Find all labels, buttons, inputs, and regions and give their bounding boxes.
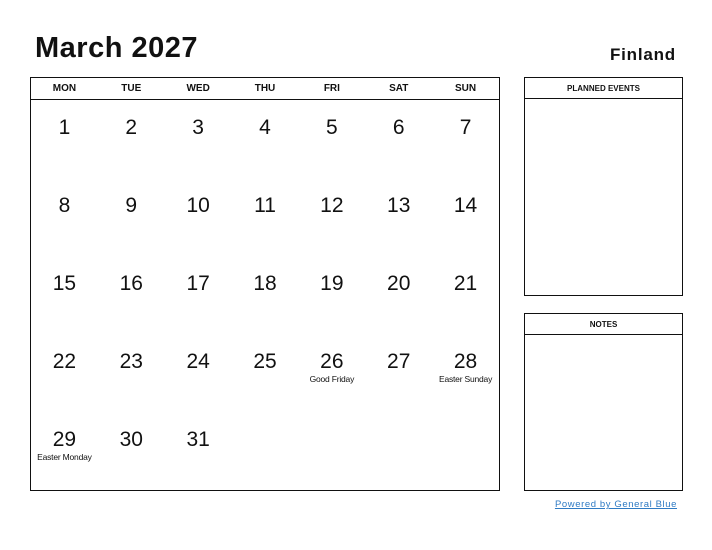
- day-cell: 8: [31, 178, 98, 256]
- day-grid: 1 2 3 4 5 6 7 8 9 10 11 12 13 14 15 16 17 18 19 20 21 22 23 24 2…: [31, 100, 499, 490]
- day-number: 29: [52, 428, 77, 451]
- weekday-wed: WED: [186, 83, 210, 94]
- day-cell: 22: [31, 334, 98, 412]
- day-number: 17: [186, 272, 210, 295]
- day-number: [232, 412, 299, 428]
- day-number: [365, 412, 432, 428]
- day-cell: 23: [98, 334, 165, 412]
- day-cell: 10: [165, 178, 232, 256]
- day-number: 18: [253, 272, 277, 295]
- day-cell: 7: [432, 100, 499, 178]
- day-cell: 18: [232, 256, 299, 334]
- day-cell: 28 Easter Sunday: [432, 334, 499, 412]
- calendar-grid: MON TUE WED THU FRI SAT SUN 1 2 3 4 5 6 7 8 9 10 1…: [30, 77, 500, 491]
- weekday-fri: FRI: [323, 83, 340, 94]
- day-cell: [232, 412, 299, 490]
- day-number: 2: [125, 116, 138, 139]
- day-cell: 6: [365, 100, 432, 178]
- day-number: 19: [320, 272, 344, 295]
- day-cell: 1: [31, 100, 98, 178]
- holiday-label: Easter Monday: [37, 452, 92, 462]
- day-cell: 25: [232, 334, 299, 412]
- day-number: 27: [387, 350, 411, 373]
- day-number: 1: [58, 116, 71, 139]
- day-cell: 5: [298, 100, 365, 178]
- day-number: 16: [119, 272, 143, 295]
- day-cell: 12: [298, 178, 365, 256]
- country-label: Finland: [609, 45, 676, 64]
- day-cell: 21: [432, 256, 499, 334]
- day-number: 10: [186, 194, 210, 217]
- day-cell: 20: [365, 256, 432, 334]
- day-cell: 11: [232, 178, 299, 256]
- notes-heading: NOTES: [525, 314, 682, 335]
- day-cell: [432, 412, 499, 490]
- day-number: 13: [387, 194, 411, 217]
- page-title: March 2027: [35, 32, 198, 64]
- day-number: 9: [125, 194, 138, 217]
- holiday-label: Good Friday: [309, 374, 355, 384]
- weekday-thu: THU: [254, 83, 276, 94]
- day-cell: 19: [298, 256, 365, 334]
- day-cell: 13: [365, 178, 432, 256]
- day-cell: 31: [165, 412, 232, 490]
- day-cell: 2: [98, 100, 165, 178]
- weekday-mon: MON: [52, 83, 77, 94]
- day-number: 31: [186, 428, 210, 451]
- day-number: 8: [58, 194, 71, 217]
- day-number: 20: [387, 272, 411, 295]
- day-number: 7: [459, 116, 472, 139]
- planned-events-heading: PLANNED EVENTS: [525, 78, 682, 99]
- day-number: 6: [392, 116, 405, 139]
- day-number: 30: [119, 428, 143, 451]
- notes-panel: NOTES: [524, 313, 683, 491]
- day-cell: 27: [365, 334, 432, 412]
- day-number: 26: [320, 350, 344, 373]
- day-number: [298, 412, 365, 428]
- day-cell: 24: [165, 334, 232, 412]
- day-number: 12: [320, 194, 344, 217]
- weekday-header: MON TUE WED THU FRI SAT SUN: [31, 78, 499, 100]
- powered-by-link[interactable]: Powered by General Blue: [555, 499, 677, 510]
- day-cell: 17: [165, 256, 232, 334]
- day-number: 5: [326, 116, 338, 139]
- day-cell: 29 Easter Monday: [31, 412, 98, 490]
- day-number: 24: [186, 350, 210, 373]
- day-cell: [298, 412, 365, 490]
- day-cell: [365, 412, 432, 490]
- day-cell: 26 Good Friday: [298, 334, 365, 412]
- day-cell: 9: [98, 178, 165, 256]
- day-cell: 3: [165, 100, 232, 178]
- day-cell: 16: [98, 256, 165, 334]
- holiday-label: Easter Sunday: [438, 374, 493, 384]
- day-number: 3: [192, 116, 204, 139]
- weekday-tue: TUE: [121, 83, 142, 94]
- day-number: 4: [259, 116, 271, 139]
- day-number: 11: [254, 194, 276, 217]
- day-cell: 30: [98, 412, 165, 490]
- day-number: 14: [453, 194, 478, 217]
- day-cell: 14: [432, 178, 499, 256]
- day-number: 28: [453, 350, 478, 373]
- day-number: [432, 412, 499, 428]
- day-number: 23: [119, 350, 143, 373]
- day-number: 22: [52, 350, 77, 373]
- day-number: 21: [453, 272, 478, 295]
- weekday-sat: SAT: [389, 83, 409, 94]
- day-cell: 4: [232, 100, 299, 178]
- day-cell: 15: [31, 256, 98, 334]
- day-number: 25: [253, 350, 277, 373]
- day-number: 15: [52, 272, 77, 295]
- planned-events-panel: PLANNED EVENTS: [524, 77, 683, 296]
- weekday-sun: SUN: [455, 83, 477, 94]
